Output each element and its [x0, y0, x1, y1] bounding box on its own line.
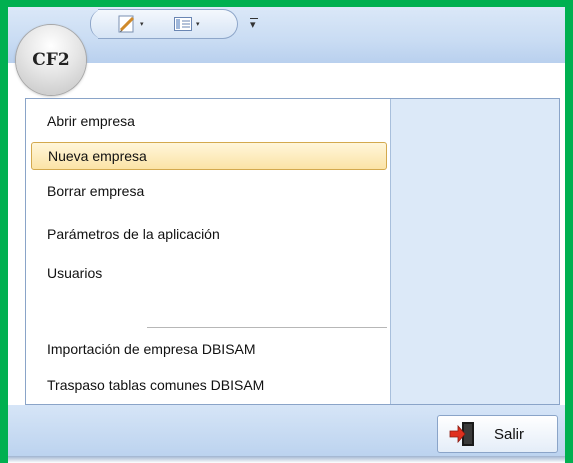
- view-icon: [174, 17, 192, 31]
- menu-command-list: Abrir empresa Nueva empresa Borrar empre…: [26, 99, 390, 404]
- customize-qat-button[interactable]: ▾: [250, 18, 258, 31]
- exit-door-icon: [449, 422, 474, 446]
- menu-item-label: Borrar empresa: [47, 183, 145, 199]
- menu-item-label: Traspaso tablas comunes DBISAM: [47, 377, 265, 393]
- orb-label: CF2: [32, 50, 70, 70]
- recent-items-panel: [390, 99, 559, 404]
- chevron-down-icon: ▾: [250, 19, 256, 31]
- menu-item-label: Nueva empresa: [48, 148, 147, 164]
- menu-separator: [147, 327, 387, 328]
- menu-item-label: Importación de empresa DBISAM: [47, 341, 256, 357]
- edit-icon: [118, 15, 135, 33]
- application-orb-button[interactable]: CF2: [16, 25, 86, 95]
- menu-item-usuarios[interactable]: Usuarios: [31, 259, 387, 287]
- menu-item-nueva-empresa[interactable]: Nueva empresa: [31, 142, 387, 170]
- menu-item-abrir-empresa[interactable]: Abrir empresa: [31, 107, 387, 135]
- menu-item-traspaso-dbisam[interactable]: Traspaso tablas comunes DBISAM: [31, 371, 387, 399]
- menu-item-label: Usuarios: [47, 265, 103, 281]
- qat-view-button[interactable]: ▾: [174, 14, 200, 34]
- qat-edit-button[interactable]: ▾: [118, 14, 144, 34]
- chevron-down-icon: ▾: [140, 21, 144, 28]
- menu-item-borrar-empresa[interactable]: Borrar empresa: [31, 177, 387, 205]
- exit-button-label: Salir: [494, 425, 525, 443]
- chevron-down-icon: ▾: [196, 21, 200, 28]
- bottom-shadow: [8, 456, 565, 463]
- exit-button[interactable]: Salir: [437, 415, 558, 453]
- menu-item-label: Abrir empresa: [47, 113, 135, 129]
- menu-item-importacion-dbisam[interactable]: Importación de empresa DBISAM: [31, 335, 387, 363]
- menu-item-label: Parámetros de la aplicación: [47, 226, 220, 242]
- menu-item-parametros-aplicacion[interactable]: Parámetros de la aplicación: [31, 220, 387, 248]
- application-menu: Abrir empresa Nueva empresa Borrar empre…: [25, 98, 560, 405]
